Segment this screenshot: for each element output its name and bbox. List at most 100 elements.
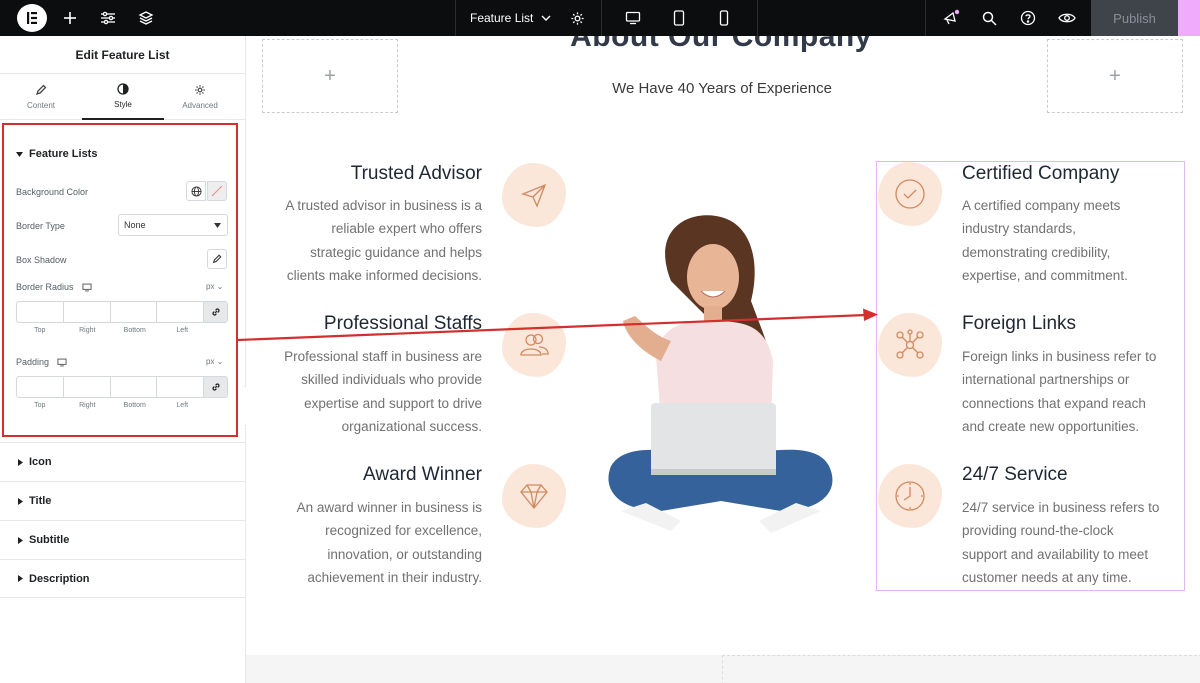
padding-dim-labels: Top Right Bottom Left: [34, 402, 189, 409]
document-title-dropdown[interactable]: Feature List: [470, 0, 551, 36]
feature-icon-bg: [878, 464, 942, 528]
feature-description: A certified company meets industry standa…: [962, 198, 1128, 283]
accordion-description[interactable]: Description: [0, 559, 245, 598]
caret-right-icon: [18, 497, 23, 505]
feature-description: An award winner in business is recognized…: [296, 500, 482, 585]
feature-icon-bg: [502, 464, 566, 528]
paper-plane-icon: [521, 183, 547, 208]
accordion-description-label: Description: [29, 572, 90, 585]
feature-lists-section-toggle[interactable]: Feature Lists: [16, 148, 97, 160]
padding-bottom-input[interactable]: [111, 377, 158, 397]
accordion-subtitle-label: Subtitle: [29, 534, 70, 546]
next-section-placeholder[interactable]: [722, 655, 1200, 683]
pink-edge-strip: [1178, 0, 1200, 36]
desktop-responsive-icon: [82, 283, 92, 291]
editor-panel: Edit Feature List Content Style Advanced…: [0, 36, 246, 683]
panel-tabs: Content Style Advanced: [0, 74, 245, 120]
help-icon[interactable]: [1018, 8, 1038, 28]
padding-label: Padding: [16, 357, 50, 367]
feature-title: Trusted Advisor: [350, 163, 482, 184]
feature-title: Award Winner: [363, 464, 482, 485]
empty-column-add-icon[interactable]: +: [262, 39, 398, 113]
border-radius-right-input[interactable]: [64, 302, 111, 322]
preview-eye-icon[interactable]: [1057, 8, 1077, 28]
elementor-logo-icon[interactable]: [17, 4, 47, 32]
color-picker-swatch[interactable]: [207, 181, 227, 201]
feature-description: A trusted advisor in business is a reliab…: [285, 198, 482, 283]
top-bar: Feature List Publish: [0, 0, 1200, 36]
pencil-icon: [212, 254, 222, 264]
notifications-megaphone-icon[interactable]: [941, 8, 961, 28]
empty-column-add-icon[interactable]: +: [1047, 39, 1183, 113]
tab-content-label: Content: [26, 101, 56, 110]
structure-layers-icon[interactable]: [136, 8, 156, 28]
box-shadow-label: Box Shadow: [16, 255, 67, 265]
accordion-subtitle[interactable]: Subtitle: [0, 520, 245, 559]
no-color-slash-icon: [211, 185, 223, 197]
padding-left-input[interactable]: [157, 377, 205, 397]
feature-title: Foreign Links: [962, 313, 1077, 334]
box-shadow-edit-button[interactable]: [207, 249, 227, 269]
border-radius-inputs: [16, 301, 228, 323]
accordion-title[interactable]: Title: [0, 481, 245, 520]
search-icon[interactable]: [979, 8, 999, 28]
document-title: Feature List: [470, 11, 534, 25]
border-type-select[interactable]: None: [118, 214, 228, 236]
gear-icon: [195, 85, 205, 95]
feature-description: Foreign links in business refer to intern…: [962, 349, 1157, 434]
padding-inputs: [16, 376, 228, 398]
border-radius-unit[interactable]: px ⌄: [206, 282, 223, 291]
section-title: Feature Lists: [29, 148, 98, 160]
tablet-view-icon[interactable]: [669, 8, 689, 28]
feature-icon-bg: [502, 163, 566, 227]
background-color-label: Background Color: [16, 187, 89, 197]
feature-icon-bg: [502, 313, 566, 377]
chevron-down-icon: [541, 15, 551, 21]
tab-style-label: Style: [114, 100, 132, 109]
accordion-icon[interactable]: Icon: [0, 442, 245, 481]
feature-title: Certified Company: [962, 163, 1120, 184]
feature-description: 24/7 service in business refers to provid…: [962, 500, 1160, 585]
caret-right-icon: [18, 536, 23, 544]
caret-right-icon: [18, 458, 23, 466]
padding-unit[interactable]: px ⌄: [206, 357, 223, 366]
section-heading: About Our Company: [570, 36, 872, 53]
feature-description: Professional staff in business are skille…: [284, 349, 482, 434]
page-canvas: + + About Our Company We Have 40 Years o…: [246, 36, 1200, 683]
border-type-value: None: [124, 220, 146, 230]
tab-advanced-label: Advanced: [182, 101, 218, 110]
feature-title: 24/7 Service: [962, 464, 1068, 485]
border-radius-label: Border Radius: [16, 282, 74, 292]
border-radius-top-input[interactable]: [17, 302, 64, 322]
accordion-title-label: Title: [29, 495, 52, 507]
padding-right-input[interactable]: [64, 377, 111, 397]
border-type-label: Border Type: [16, 221, 65, 231]
publish-button[interactable]: Publish: [1091, 0, 1178, 36]
link-values-icon[interactable]: [204, 377, 227, 397]
link-values-icon[interactable]: [204, 302, 227, 322]
diamond-icon: [520, 484, 548, 510]
site-settings-icon[interactable]: [98, 8, 118, 28]
mobile-view-icon[interactable]: [714, 8, 734, 28]
tab-advanced[interactable]: Advanced: [159, 74, 241, 120]
clock-icon: [895, 481, 925, 511]
padding-label-row: Padding: [16, 357, 67, 367]
tab-style[interactable]: Style: [82, 74, 164, 120]
desktop-view-icon[interactable]: [623, 8, 643, 28]
add-element-icon[interactable]: [60, 8, 80, 28]
border-radius-left-input[interactable]: [157, 302, 205, 322]
padding-top-input[interactable]: [17, 377, 64, 397]
global-colors-button[interactable]: [186, 181, 206, 201]
feature-title: Professional Staffs: [323, 313, 482, 334]
page-settings-gear-icon[interactable]: [567, 8, 587, 28]
tab-content[interactable]: Content: [0, 74, 82, 120]
feature-icon-bg: [878, 313, 942, 377]
accordion-icon-label: Icon: [29, 456, 52, 468]
border-radius-dim-labels: Top Right Bottom Left: [34, 327, 189, 334]
caret-right-icon: [18, 575, 23, 582]
panel-title: Edit Feature List: [0, 36, 245, 74]
border-radius-label-row: Border Radius: [16, 282, 92, 292]
border-radius-bottom-input[interactable]: [111, 302, 158, 322]
pencil-icon: [35, 84, 47, 96]
woman-with-laptop-illustration: [608, 215, 833, 533]
